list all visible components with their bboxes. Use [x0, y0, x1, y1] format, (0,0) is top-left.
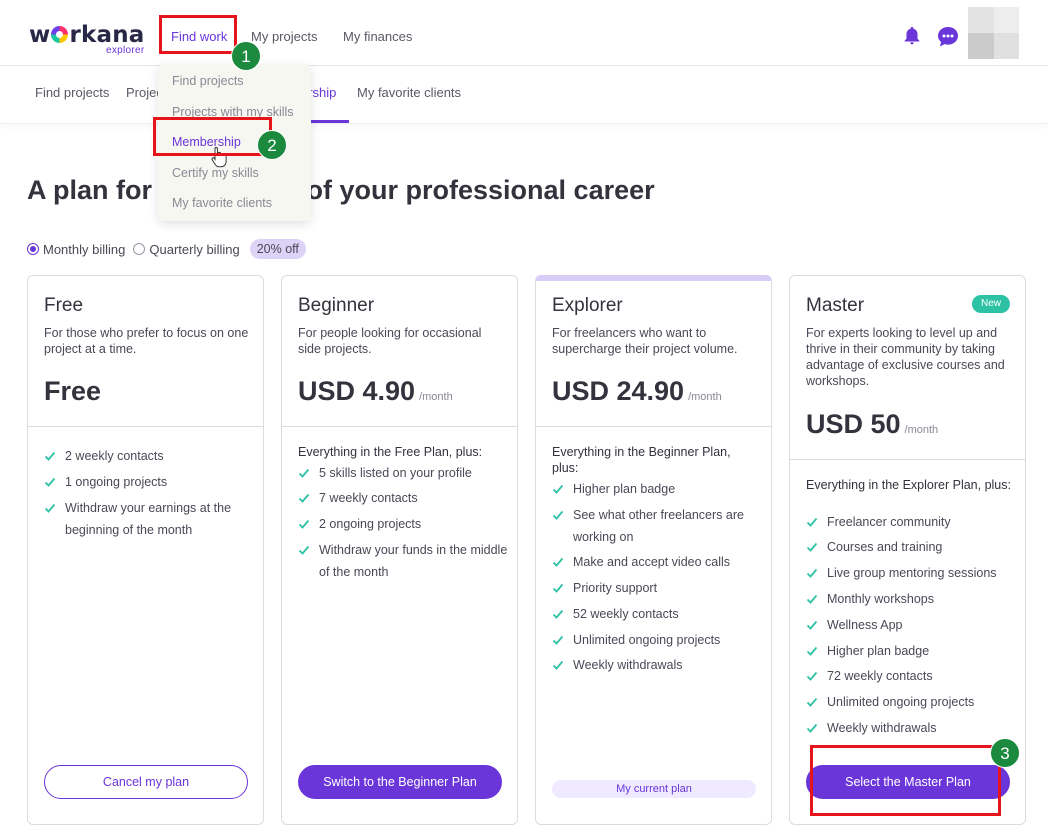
feature-item: Priority support: [552, 578, 762, 600]
plan-price: USD 50/month: [806, 409, 939, 439]
subnav-find-projects[interactable]: Find projects: [35, 85, 109, 100]
page-title: A plan for e of your professional career: [27, 175, 655, 205]
check-icon: [44, 477, 56, 487]
top-navbar: w rkana explorer Find work My projects My…: [0, 0, 1048, 66]
feature-item: Courses and training: [806, 537, 1016, 559]
plan-card-master: Master New For experts looking to level …: [789, 275, 1026, 825]
plan-card-explorer: Explorer For freelancers who want to sup…: [535, 275, 772, 825]
current-plan-label: My current plan: [552, 780, 756, 798]
feature-item: Withdraw your funds in the middle of the…: [298, 540, 508, 583]
check-icon: [298, 493, 310, 503]
plan-price: USD 4.90/month: [298, 376, 453, 406]
menu-item-certify-skills[interactable]: Certify my skills: [172, 166, 259, 180]
feature-item: Withdraw your earnings at the beginning …: [44, 498, 254, 541]
feature-item: Weekly withdrawals: [552, 655, 762, 677]
check-icon: [298, 519, 310, 529]
check-icon: [552, 583, 564, 593]
check-icon: [552, 484, 564, 494]
plan-name: Master: [806, 295, 865, 316]
feature-item: Wellness App: [806, 615, 1016, 637]
feature-item: Make and accept video calls: [552, 552, 762, 574]
callout-badge-2: 2: [257, 130, 287, 160]
check-icon: [806, 697, 818, 707]
subnav-favorite-clients[interactable]: My favorite clients: [357, 85, 461, 100]
plan-lead: Everything in the Explorer Plan, plus:: [806, 478, 1011, 492]
plan-card-free: Free For those who prefer to focus on on…: [27, 275, 264, 825]
feature-item: Unlimited ongoing projects: [552, 630, 762, 652]
check-icon: [552, 557, 564, 567]
feature-item: 1 ongoing projects: [44, 472, 254, 494]
menu-item-find-projects[interactable]: Find projects: [172, 74, 244, 88]
menu-item-favorite-clients[interactable]: My favorite clients: [172, 196, 272, 210]
feature-item: 72 weekly contacts: [806, 666, 1016, 688]
feature-item: 5 skills listed on your profile: [298, 463, 508, 485]
discount-badge: 20% off: [249, 239, 306, 259]
plan-name: Beginner: [298, 295, 375, 316]
feature-item: Live group mentoring sessions: [806, 563, 1016, 585]
check-icon: [298, 545, 310, 555]
check-icon: [806, 671, 818, 681]
plan-lead: Everything in the Free Plan, plus:: [298, 445, 483, 459]
logo-o-mark: [51, 26, 69, 43]
check-icon: [552, 609, 564, 619]
logo-tagline: explorer: [105, 45, 145, 56]
callout-box-2: [153, 117, 272, 156]
feature-item: Unlimited ongoing projects: [806, 692, 1016, 714]
feature-item: Freelancer community: [806, 512, 1016, 534]
cancel-plan-button[interactable]: Cancel my plan: [44, 765, 248, 799]
chat-icon[interactable]: [936, 25, 960, 49]
check-icon: [552, 660, 564, 670]
nav-my-projects[interactable]: My projects: [251, 29, 317, 44]
check-icon: [806, 723, 818, 733]
plan-card-beginner: Beginner For people looking for occasion…: [281, 275, 518, 825]
feature-item: 52 weekly contacts: [552, 604, 762, 626]
bell-icon[interactable]: [901, 25, 923, 47]
feature-item: Higher plan badge: [806, 641, 1016, 663]
check-icon: [806, 646, 818, 656]
monthly-radio[interactable]: [27, 243, 39, 255]
callout-badge-3: 3: [990, 738, 1020, 768]
workana-logo[interactable]: w rkana explorer: [29, 24, 145, 57]
check-icon: [806, 568, 818, 578]
feature-item: 2 ongoing projects: [298, 514, 508, 536]
feature-item: Higher plan badge: [552, 479, 762, 501]
nav-my-finances[interactable]: My finances: [343, 29, 412, 44]
quarterly-label[interactable]: Quarterly billing: [149, 242, 239, 257]
switch-beginner-button[interactable]: Switch to the Beginner Plan: [298, 765, 502, 799]
check-icon: [552, 635, 564, 645]
plan-desc: For people looking for occasional side p…: [298, 326, 482, 356]
callout-box-1: [159, 15, 237, 54]
feature-item: See what other freelancers are working o…: [552, 505, 762, 548]
feature-item: 7 weekly contacts: [298, 488, 508, 510]
check-icon: [806, 620, 818, 630]
billing-toggle: Monthly billing Quarterly billing 20% of…: [27, 239, 306, 259]
check-icon: [806, 542, 818, 552]
plan-lead: Everything in the Beginner Plan, plus:: [552, 445, 731, 475]
check-icon: [806, 594, 818, 604]
check-icon: [298, 468, 310, 478]
feature-item: 2 weekly contacts: [44, 446, 254, 468]
plan-price: Free: [44, 376, 102, 406]
check-icon: [44, 503, 56, 513]
avatar[interactable]: [968, 7, 1019, 59]
feature-item: Monthly workshops: [806, 589, 1016, 611]
callout-badge-1: 1: [231, 41, 261, 71]
plan-price: USD 24.90/month: [552, 376, 722, 406]
plan-desc: For freelancers who want to supercharge …: [552, 326, 738, 356]
callout-box-3: [810, 745, 1001, 816]
quarterly-radio[interactable]: [133, 243, 146, 255]
new-badge: New: [972, 295, 1010, 313]
check-icon: [552, 510, 564, 520]
plan-desc: For those who prefer to focus on one pro…: [44, 326, 249, 356]
monthly-label[interactable]: Monthly billing: [43, 242, 125, 257]
plan-desc: For experts looking to level up and thri…: [806, 326, 1005, 388]
plan-name: Free: [44, 295, 84, 316]
check-icon: [806, 517, 818, 527]
plan-name: Explorer: [552, 295, 623, 316]
check-icon: [44, 451, 56, 461]
feature-item: Weekly withdrawals: [806, 718, 1016, 740]
